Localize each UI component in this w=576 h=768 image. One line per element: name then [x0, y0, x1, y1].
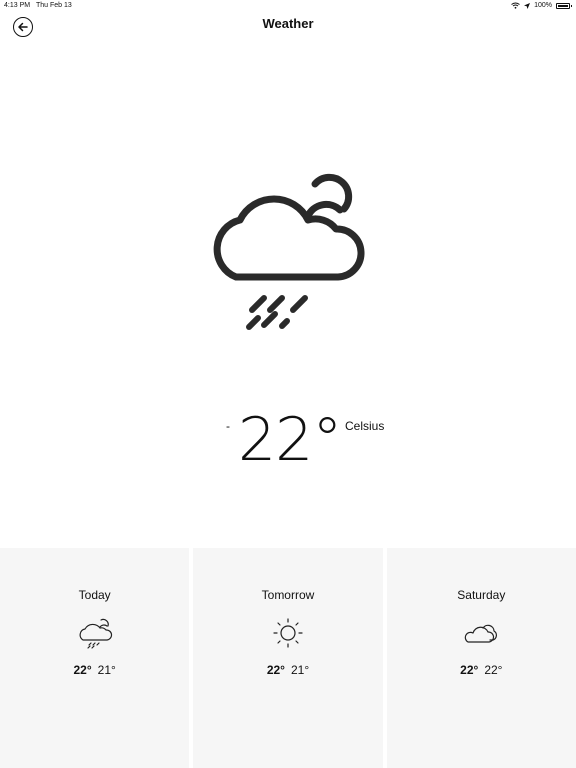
- cloud-rain-moon-icon: [213, 173, 365, 330]
- status-bar: 4:13 PM Thu Feb 13 100%: [0, 0, 576, 14]
- nav-bar: Weather: [0, 14, 576, 40]
- forecast-high: 22°: [460, 663, 479, 677]
- forecast-day-tomorrow[interactable]: Tomorrow 22° 21°: [193, 548, 383, 768]
- temperature-sign: -: [226, 419, 230, 433]
- forecast-temps: 22° 22°: [387, 663, 576, 677]
- forecast-panel: Today 22° 21° Tomorrow 22° 21° Saturday …: [0, 548, 576, 768]
- forecast-day-saturday[interactable]: Saturday 22° 22°: [386, 548, 576, 768]
- forecast-day-name: Saturday: [457, 588, 506, 602]
- current-temperature: - 22° Celsius: [0, 405, 576, 475]
- forecast-day-name: Tomorrow: [261, 588, 315, 602]
- temperature-unit[interactable]: Celsius: [345, 419, 384, 433]
- temperature-value: 22°: [238, 405, 342, 475]
- sun-icon: [273, 618, 303, 648]
- forecast-low: 21°: [97, 663, 116, 677]
- battery-percent: 100%: [534, 2, 552, 9]
- forecast-temps: 22° 21°: [193, 663, 382, 677]
- cloud-rain-moon-icon: [79, 618, 112, 649]
- status-date: Thu Feb 13: [36, 2, 72, 9]
- forecast-low: 22°: [484, 663, 503, 677]
- forecast-low: 21°: [290, 663, 310, 677]
- status-time: 4:13 PM: [4, 2, 31, 9]
- status-right: 100%: [511, 2, 572, 9]
- forecast-high: 22°: [73, 663, 92, 677]
- wifi-icon: [511, 2, 520, 9]
- forecast-high: 22°: [266, 663, 285, 677]
- forecast-day-name: Today: [78, 588, 111, 602]
- location-arrow-icon: [524, 2, 531, 9]
- forecast-temps: 22° 21°: [0, 663, 189, 677]
- battery-icon: [556, 2, 572, 9]
- clouds-icon: [465, 624, 498, 643]
- page-title: Weather: [262, 16, 314, 31]
- forecast-day-today[interactable]: Today 22° 21°: [0, 548, 190, 768]
